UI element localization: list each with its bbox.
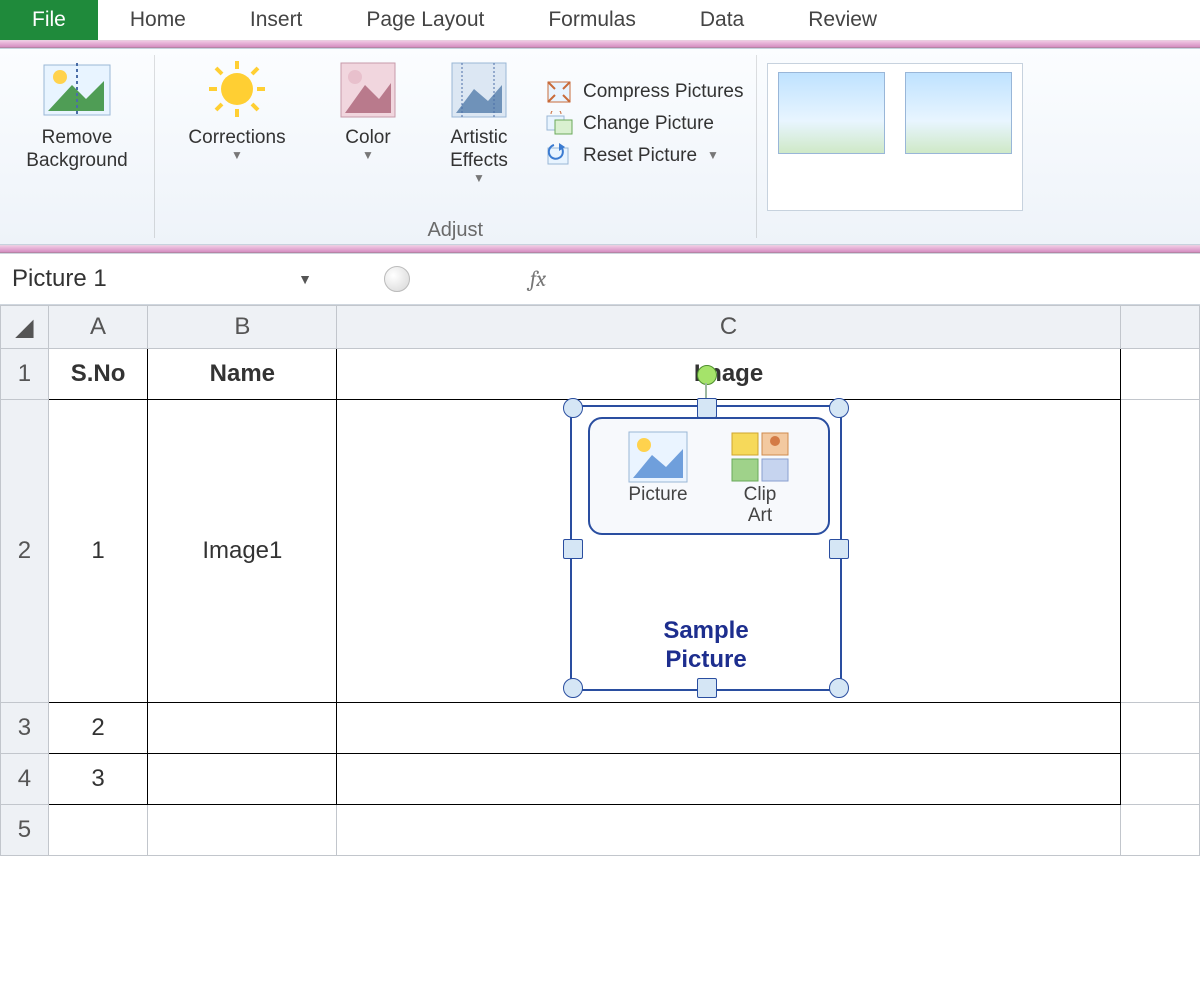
insert-picture-button[interactable]: Picture bbox=[618, 429, 698, 506]
dropdown-icon: ▼ bbox=[707, 148, 719, 162]
corrections-icon bbox=[202, 59, 272, 121]
change-picture-label: Change Picture bbox=[583, 113, 714, 135]
cell[interactable] bbox=[337, 805, 1120, 856]
compress-pictures-icon bbox=[545, 79, 573, 105]
color-button[interactable]: Color ▼ bbox=[317, 53, 419, 187]
ribbon-tabs: File Home Insert Page Layout Formulas Da… bbox=[0, 0, 1200, 40]
name-box[interactable]: Picture 1 ▼ bbox=[0, 265, 324, 293]
clipart-icon bbox=[728, 429, 792, 485]
insert-clipart-label: ClipArt bbox=[744, 485, 777, 527]
picture-styles-gallery[interactable] bbox=[767, 63, 1023, 211]
col-header-c[interactable]: C bbox=[337, 306, 1120, 349]
picture-style-thumb[interactable] bbox=[778, 72, 885, 154]
change-picture-button[interactable]: Change Picture bbox=[545, 111, 744, 137]
cell[interactable]: 2 bbox=[48, 703, 148, 754]
resize-handle[interactable] bbox=[829, 398, 849, 418]
resize-handle[interactable] bbox=[563, 398, 583, 418]
tab-formulas[interactable]: Formulas bbox=[516, 0, 668, 40]
remove-background-label: RemoveBackground bbox=[26, 127, 127, 173]
insert-clipart-button[interactable]: ClipArt bbox=[720, 429, 800, 527]
insert-picture-label: Picture bbox=[628, 485, 687, 506]
resize-handle[interactable] bbox=[697, 398, 717, 418]
cell[interactable] bbox=[337, 703, 1120, 754]
resize-handle[interactable] bbox=[829, 539, 849, 559]
select-all-corner[interactable]: ◢ bbox=[1, 306, 49, 349]
color-label: Color bbox=[345, 127, 390, 150]
color-icon bbox=[337, 59, 399, 121]
rotate-handle[interactable] bbox=[697, 365, 717, 385]
change-picture-icon bbox=[545, 111, 573, 137]
cell[interactable]: 3 bbox=[48, 754, 148, 805]
resize-handle[interactable] bbox=[563, 678, 583, 698]
corrections-button[interactable]: Corrections ▼ bbox=[161, 53, 313, 187]
picture-style-thumb[interactable] bbox=[905, 72, 1012, 154]
cell[interactable] bbox=[1120, 400, 1199, 703]
row-header[interactable]: 2 bbox=[1, 400, 49, 703]
tab-data[interactable]: Data bbox=[668, 0, 776, 40]
resize-handle[interactable] bbox=[829, 678, 849, 698]
resize-handle[interactable] bbox=[563, 539, 583, 559]
row-header[interactable]: 3 bbox=[1, 703, 49, 754]
tab-review[interactable]: Review bbox=[776, 0, 909, 40]
resize-handle[interactable] bbox=[697, 678, 717, 698]
dropdown-icon: ▼ bbox=[473, 171, 485, 185]
remove-background-icon bbox=[42, 59, 112, 121]
ribbon-accent-bar bbox=[0, 245, 1200, 253]
cell[interactable] bbox=[1120, 805, 1199, 856]
dropdown-icon: ▼ bbox=[231, 148, 243, 162]
cell[interactable] bbox=[148, 703, 337, 754]
fx-label[interactable]: fx bbox=[530, 266, 546, 292]
cell[interactable] bbox=[1120, 703, 1199, 754]
compress-pictures-button[interactable]: Compress Pictures bbox=[545, 79, 744, 105]
cell[interactable] bbox=[148, 805, 337, 856]
dropdown-icon[interactable]: ▼ bbox=[298, 271, 312, 287]
tab-page-layout[interactable]: Page Layout bbox=[334, 0, 516, 40]
cell[interactable] bbox=[48, 805, 148, 856]
reset-picture-button[interactable]: Reset Picture ▼ bbox=[545, 143, 744, 169]
artistic-effects-label: ArtisticEffects bbox=[450, 127, 508, 173]
cell[interactable] bbox=[148, 754, 337, 805]
col-header-a[interactable]: A bbox=[48, 306, 148, 349]
artistic-effects-button[interactable]: ArtisticEffects ▼ bbox=[423, 53, 535, 187]
split-handle-icon[interactable] bbox=[384, 266, 410, 292]
row-header[interactable]: 5 bbox=[1, 805, 49, 856]
name-box-value: Picture 1 bbox=[12, 265, 107, 293]
reset-picture-icon bbox=[545, 143, 573, 169]
cell[interactable] bbox=[1120, 349, 1199, 400]
ribbon-accent-bar bbox=[0, 40, 1200, 48]
cell[interactable]: S.No bbox=[48, 349, 148, 400]
picture-icon bbox=[626, 429, 690, 485]
cell[interactable] bbox=[1120, 754, 1199, 805]
corrections-label: Corrections bbox=[188, 127, 285, 150]
worksheet-grid: ◢ A B C 1 S.No Name Image 2 1 Image1 3 2… bbox=[0, 305, 1200, 856]
formula-bar-area: Picture 1 ▼ fx bbox=[0, 253, 1200, 305]
dropdown-icon: ▼ bbox=[362, 148, 374, 162]
cell[interactable]: Image1 bbox=[148, 400, 337, 703]
cell[interactable]: Name bbox=[148, 349, 337, 400]
compress-pictures-label: Compress Pictures bbox=[583, 81, 744, 103]
tab-file[interactable]: File bbox=[0, 0, 98, 40]
cell[interactable]: 1 bbox=[48, 400, 148, 703]
remove-background-button[interactable]: RemoveBackground bbox=[6, 53, 148, 175]
col-header-b[interactable]: B bbox=[148, 306, 337, 349]
cell[interactable]: Image bbox=[337, 349, 1120, 400]
cell[interactable] bbox=[337, 754, 1120, 805]
col-header-d[interactable] bbox=[1120, 306, 1199, 349]
insert-illustration-popup: Picture ClipArt bbox=[588, 417, 830, 535]
group-label-adjust: Adjust bbox=[427, 219, 483, 242]
tab-home[interactable]: Home bbox=[98, 0, 218, 40]
row-header[interactable]: 4 bbox=[1, 754, 49, 805]
artistic-effects-icon bbox=[448, 59, 510, 121]
row-header[interactable]: 1 bbox=[1, 349, 49, 400]
picture-caption: SamplePicture bbox=[572, 617, 840, 675]
selected-picture-object[interactable]: Picture ClipArt SamplePicture bbox=[570, 405, 842, 691]
reset-picture-label: Reset Picture bbox=[583, 145, 697, 167]
tab-insert[interactable]: Insert bbox=[218, 0, 335, 40]
ribbon: RemoveBackground Corrections ▼ bbox=[0, 48, 1200, 245]
